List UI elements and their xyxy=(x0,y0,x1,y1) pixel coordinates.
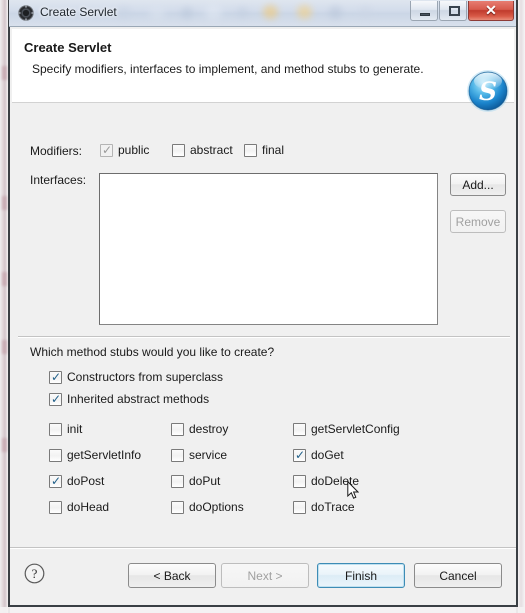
stub-label-destroy: destroy xyxy=(189,422,229,436)
glass-blur-decoration xyxy=(297,5,312,19)
section-separator xyxy=(18,336,510,338)
modifiers-label: Modifiers: xyxy=(30,144,83,158)
stub-label-dodelete: doDelete xyxy=(311,474,360,488)
stub-checkbox-doput[interactable] xyxy=(171,475,184,488)
modifier-checkbox-public[interactable]: ✓ xyxy=(100,144,113,157)
footer-separator xyxy=(10,547,516,549)
minimize-button[interactable] xyxy=(410,1,438,21)
close-icon: ✕ xyxy=(485,2,497,18)
stub-label-dohead: doHead xyxy=(67,500,110,514)
modifier-checkbox-final[interactable] xyxy=(244,144,257,157)
page-title: Create Servlet xyxy=(24,40,112,55)
modifier-label-abstract: abstract xyxy=(190,143,233,157)
eclipse-gear-icon xyxy=(18,5,34,21)
glass-blur-decoration xyxy=(149,5,165,20)
stub-label-inherited-abstract-methods: Inherited abstract methods xyxy=(67,392,210,406)
window-frame-bottom xyxy=(0,607,525,613)
check-mark-icon: ✓ xyxy=(51,370,62,384)
dialog-body: Modifiers: ✓ public abstract final Inter… xyxy=(10,103,516,547)
wizard-header: Create Servlet Specify modifiers, interf… xyxy=(12,29,514,112)
minimize-icon xyxy=(420,13,430,16)
stub-checkbox-dooptions[interactable] xyxy=(171,501,184,514)
glass-blur-decoration xyxy=(181,7,193,19)
glass-blur-decoration xyxy=(237,7,248,18)
svg-text:?: ? xyxy=(32,566,38,581)
method-stubs-question: Which method stubs would you like to cre… xyxy=(30,345,275,359)
restore-button[interactable] xyxy=(439,1,467,21)
window-frame-right xyxy=(518,0,525,613)
stub-label-init: init xyxy=(67,422,83,436)
stub-checkbox-dodelete[interactable] xyxy=(293,475,306,488)
glass-blur-decoration xyxy=(117,6,131,19)
stub-label-doput: doPut xyxy=(189,474,221,488)
help-question-icon[interactable]: ? xyxy=(24,563,45,584)
glass-blur-decoration xyxy=(359,6,372,18)
stub-checkbox-dotrace[interactable] xyxy=(293,501,306,514)
modifier-label-public: public xyxy=(118,143,150,157)
svg-text:S: S xyxy=(479,77,497,106)
back-button[interactable]: < Back xyxy=(128,563,216,588)
window-title: Create Servlet xyxy=(40,5,117,19)
page-description: Specify modifiers, interfaces to impleme… xyxy=(32,62,424,76)
dialog-client-area: Create Servlet Specify modifiers, interf… xyxy=(10,27,516,605)
stub-checkbox-destroy[interactable] xyxy=(171,423,184,436)
stub-label-getservletconfig: getServletConfig xyxy=(311,422,400,436)
stub-checkbox-init[interactable] xyxy=(49,423,62,436)
stub-checkbox-dohead[interactable] xyxy=(49,501,62,514)
restore-icon xyxy=(449,6,460,16)
modifier-label-final: final xyxy=(262,143,285,157)
add-interface-button[interactable]: Add... xyxy=(450,173,506,196)
stub-label-service: service xyxy=(189,448,228,462)
window-controls: ✕ xyxy=(409,1,514,22)
next-button: Next > xyxy=(221,563,309,588)
interfaces-label: Interfaces: xyxy=(30,173,87,187)
modifier-checkbox-abstract[interactable] xyxy=(172,144,185,157)
stub-label-dopost: doPost xyxy=(67,474,105,488)
remove-interface-button: Remove xyxy=(450,210,506,233)
stub-label-doget: doGet xyxy=(311,448,344,462)
glass-blur-decoration xyxy=(263,5,278,19)
stub-checkbox-dopost[interactable]: ✓ xyxy=(49,475,62,488)
close-button[interactable]: ✕ xyxy=(468,1,514,21)
stub-label-dooptions: doOptions xyxy=(189,500,244,514)
stub-label-constructors-from-superclass: Constructors from superclass xyxy=(67,370,224,384)
check-mark-icon: ✓ xyxy=(51,392,62,406)
finish-button[interactable]: Finish xyxy=(317,563,405,588)
stub-checkbox-inherited-abstract-methods[interactable]: ✓ xyxy=(49,393,62,406)
stub-checkbox-constructors-from-superclass[interactable]: ✓ xyxy=(49,371,62,384)
stub-checkbox-service[interactable] xyxy=(171,449,184,462)
check-mark-icon: ✓ xyxy=(295,448,306,462)
dialog-footer: ? < Back Next > Finish Cancel xyxy=(10,547,516,605)
stub-checkbox-getservletinfo[interactable] xyxy=(49,449,62,462)
interfaces-list[interactable] xyxy=(99,173,438,325)
cancel-button[interactable]: Cancel xyxy=(414,563,502,588)
check-mark-icon: ✓ xyxy=(51,474,62,488)
glass-blur-decoration xyxy=(205,4,222,20)
stub-checkbox-doget[interactable]: ✓ xyxy=(293,449,306,462)
title-bar[interactable]: Create Servlet ✕ xyxy=(9,0,516,27)
check-mark-icon: ✓ xyxy=(102,143,113,157)
stub-checkbox-getservletconfig[interactable] xyxy=(293,423,306,436)
stub-label-getservletinfo: getServletInfo xyxy=(67,448,142,462)
glass-blur-decoration xyxy=(329,6,342,19)
create-servlet-dialog-window: Create Servlet ✕ Create Servlet Specify … xyxy=(0,0,525,613)
stub-label-dotrace: doTrace xyxy=(311,500,355,514)
